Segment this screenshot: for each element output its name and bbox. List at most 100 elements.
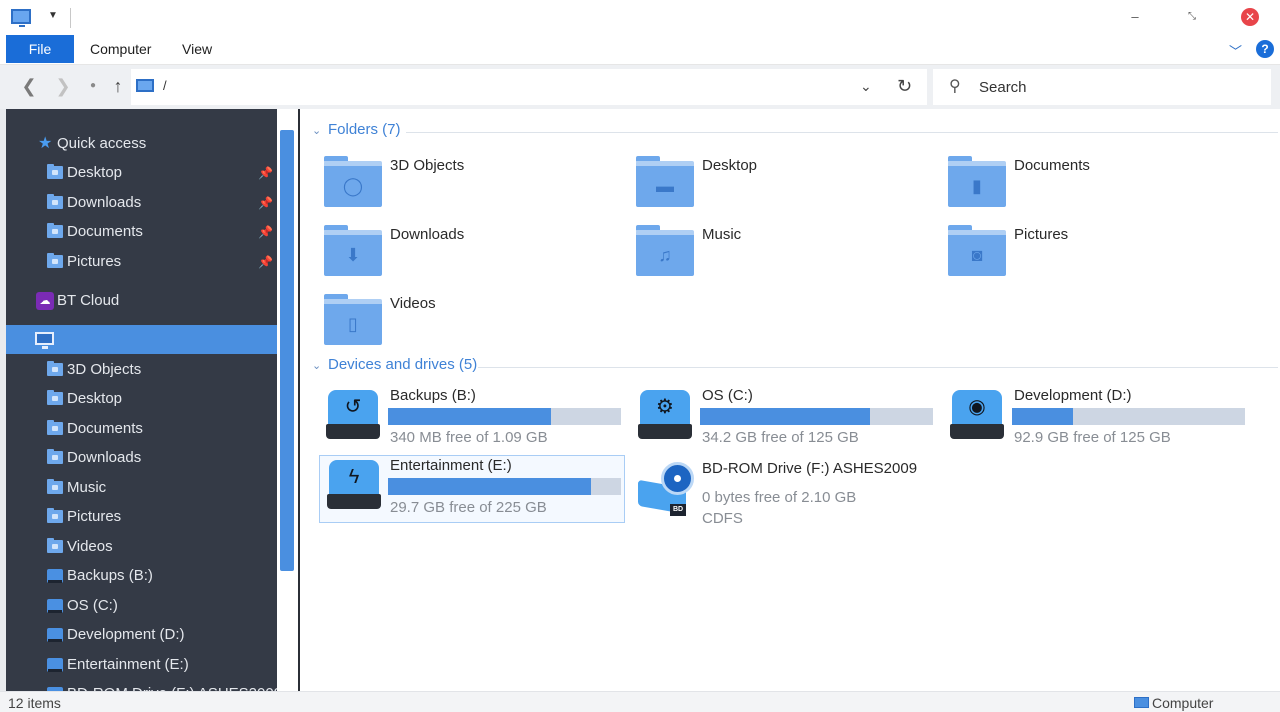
folder-icon [47, 420, 63, 435]
folder-tile-desktop[interactable]: ▬ Desktop [612, 154, 912, 216]
folder-icon: ▮ [948, 156, 1006, 207]
drive-name: Entertainment (E:) [390, 457, 512, 474]
drive-usage-bar [1012, 408, 1245, 425]
drive-tile-backups[interactable]: ↺ Backups (B:) 340 MB free of 1.09 GB [300, 386, 621, 454]
tab-view[interactable]: View [182, 35, 212, 63]
drive-tile-development[interactable]: ◉ Development (D:) 92.9 GB free of 125 G… [924, 386, 1245, 454]
folder-icon [47, 164, 63, 179]
pin-icon[interactable]: 📌 [258, 249, 273, 275]
recent-locations-icon[interactable]: ● [82, 75, 104, 97]
sidebar-item-os-drive[interactable]: OS (C:) [6, 593, 277, 619]
sidebar-item-music[interactable]: Music [6, 475, 277, 501]
sidebar-item-bt-cloud[interactable]: ☁ BT Cloud [6, 288, 277, 314]
pin-icon[interactable]: 📌 [258, 160, 273, 186]
backup-drive-icon: ↺ [326, 390, 382, 440]
sidebar-item-pictures-pinned[interactable]: Pictures 📌 [6, 249, 277, 275]
folder-tile-music[interactable]: ♫ Music [612, 223, 912, 285]
search-icon: ⚲ [949, 78, 961, 95]
folders-group-header[interactable]: ⌄ Folders (7) [312, 121, 1278, 143]
drive-tile-entertainment[interactable]: ϟ Entertainment (E:) 29.7 GB free of 225… [319, 455, 625, 523]
sidebar-item-label: Pictures [67, 253, 122, 270]
drive-icon [47, 628, 63, 642]
address-bar[interactable]: / ⌄ ↻ [131, 69, 927, 105]
sidebar-item-documents[interactable]: Documents [6, 416, 277, 442]
status-bar: 12 items Computer [0, 691, 1280, 712]
search-box[interactable]: ⚲ [933, 69, 1271, 105]
sidebar-item-label: Desktop [67, 164, 123, 181]
address-row: ❮ ❯ ● ↑ / ⌄ ↻ ⚲ [0, 65, 1280, 109]
folder-icon [47, 361, 63, 376]
folder-icon [47, 479, 63, 494]
folder-icon: ⬇ [324, 225, 382, 276]
sidebar-item-desktop-pinned[interactable]: Desktop 📌 [6, 160, 277, 186]
scrollbar-thumb[interactable] [280, 130, 294, 571]
group-header-label: Folders (7) [328, 121, 401, 138]
window-icon: ▬ [656, 176, 674, 196]
sidebar-item-3d-objects[interactable]: 3D Objects [6, 357, 277, 383]
up-button[interactable]: ↑ [107, 75, 129, 97]
folder-icon [47, 538, 63, 553]
drive-usage-fill [1012, 408, 1073, 425]
drive-free-space: 340 MB free of 1.09 GB [390, 429, 548, 446]
sidebar-item-development-drive[interactable]: Development (D:) [6, 622, 277, 648]
cloud-icon: ☁ [36, 292, 54, 310]
tab-computer[interactable]: Computer [90, 35, 151, 63]
forward-button[interactable]: ❯ [52, 75, 74, 97]
chevron-down-icon[interactable]: ⌄ [312, 124, 321, 137]
computer-icon [35, 332, 54, 349]
drive-free-space: 29.7 GB free of 225 GB [390, 499, 547, 516]
back-button[interactable]: ❮ [18, 75, 40, 97]
folder-icon: ◯ [324, 156, 382, 207]
sidebar-item-downloads-pinned[interactable]: Downloads 📌 [6, 190, 277, 216]
folder-tile-documents[interactable]: ▮ Documents [924, 154, 1224, 216]
folder-icon [47, 508, 63, 523]
folder-tile-downloads[interactable]: ⬇ Downloads [300, 223, 600, 285]
restore-button[interactable]: ⤡ [1180, 6, 1204, 28]
minimize-button[interactable]: – [1123, 6, 1147, 28]
pin-icon[interactable]: 📌 [258, 219, 273, 245]
tab-file[interactable]: File [6, 35, 74, 63]
expand-ribbon-chevron-icon[interactable]: ﹀ [1229, 41, 1245, 59]
sidebar-item-label: Downloads [67, 449, 142, 466]
folder-tile-pictures[interactable]: ◙ Pictures [924, 223, 1224, 285]
folder-icon: ◙ [948, 225, 1006, 276]
folder-name: Music [702, 226, 742, 243]
help-icon[interactable]: ? [1256, 40, 1274, 58]
drive-tile-bd-rom[interactable]: BD BD-ROM Drive (F:) ASHES2009 0 bytes f… [612, 459, 918, 527]
sidebar-item-downloads[interactable]: Downloads [6, 445, 277, 471]
sidebar-item-label: Pictures [67, 508, 122, 525]
sidebar-item-backups-drive[interactable]: Backups (B:) [6, 563, 277, 589]
folder-name: Documents [1014, 157, 1090, 174]
address-history-chevron-icon[interactable]: ⌄ [860, 78, 872, 95]
computer-icon[interactable] [11, 9, 31, 27]
drives-group-header[interactable]: ⌄ Devices and drives (5) [312, 356, 1278, 378]
pin-icon[interactable]: 📌 [258, 190, 273, 216]
sidebar-item-documents-pinned[interactable]: Documents 📌 [6, 219, 277, 245]
sidebar-item-this-pc[interactable] [6, 325, 277, 354]
folder-tile-videos[interactable]: ▯ Videos [300, 292, 600, 354]
group-header-label: Devices and drives (5) [328, 356, 478, 373]
refresh-icon[interactable]: ↻ [897, 76, 912, 97]
arrow-down-icon: ⬇ [345, 245, 361, 265]
sidebar-item-label: 3D Objects [67, 361, 142, 378]
folder-tile-3d-objects[interactable]: ◯ 3D Objects [300, 154, 600, 216]
sidebar-item-quick-access[interactable]: ★ Quick access [6, 131, 277, 157]
sidebar-item-desktop[interactable]: Desktop [6, 386, 277, 412]
quick-access-toolbar-dropdown-icon[interactable]: ▼ [48, 10, 58, 21]
sidebar-item-bd-rom-drive[interactable]: BD-ROM Drive (F:) ASHES2009 [6, 681, 277, 691]
entertainment-drive-icon: ϟ [327, 460, 383, 510]
folder-name: Downloads [390, 226, 465, 243]
sidebar-item-pictures[interactable]: Pictures [6, 504, 277, 530]
ribbon: File Computer View ﹀ ? [0, 35, 1280, 65]
drive-tile-os[interactable]: ⚙ OS (C:) 34.2 GB free of 125 GB [612, 386, 933, 454]
close-button[interactable]: ✕ [1238, 6, 1262, 28]
drive-free-space: 34.2 GB free of 125 GB [702, 429, 859, 446]
sidebar-item-videos[interactable]: Videos [6, 534, 277, 560]
drive-usage-bar [388, 408, 621, 425]
navigation-scrollbar[interactable] [277, 109, 298, 691]
folder-icon [47, 223, 63, 238]
address-path[interactable]: / [163, 78, 167, 93]
chevron-down-icon[interactable]: ⌄ [312, 359, 321, 372]
search-input[interactable] [979, 76, 1249, 98]
sidebar-item-entertainment-drive[interactable]: Entertainment (E:) [6, 652, 277, 678]
